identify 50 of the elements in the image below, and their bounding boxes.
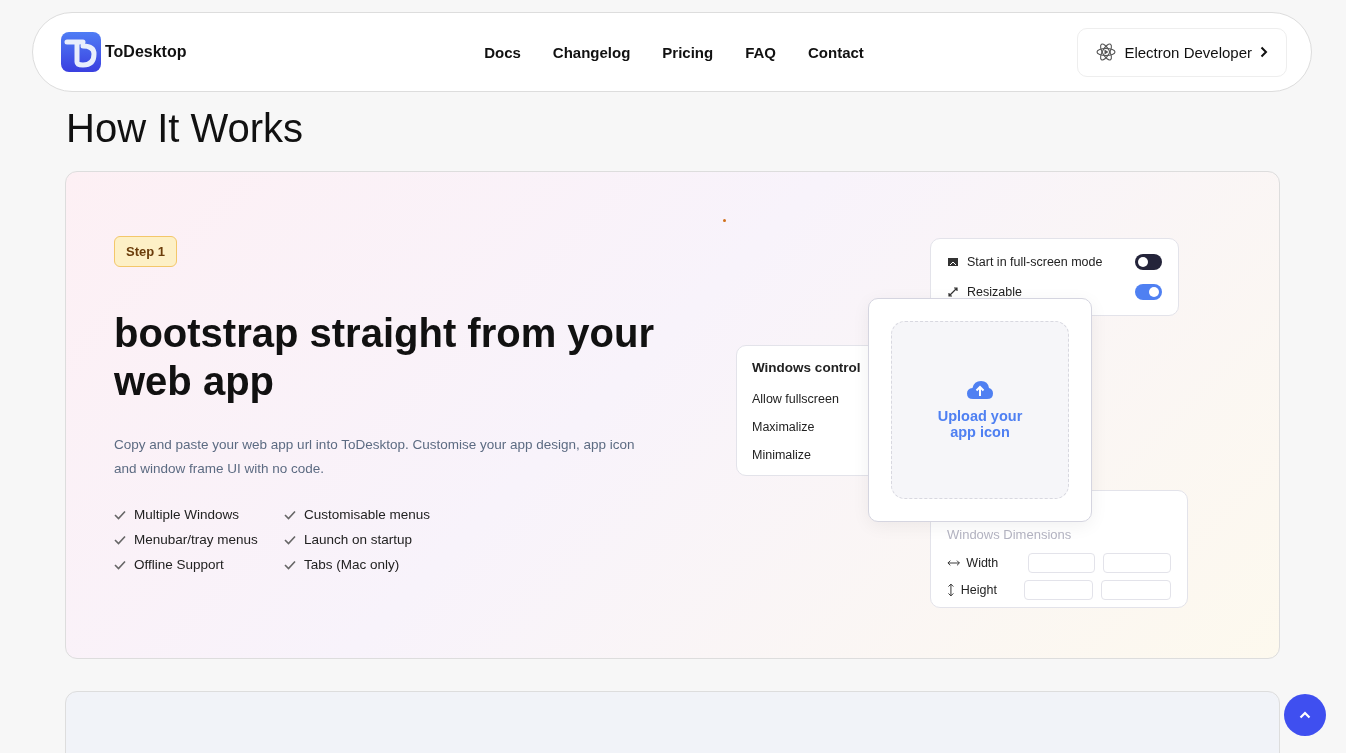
horizontal-arrow-icon bbox=[947, 558, 961, 567]
dimension-label: Width bbox=[966, 555, 1000, 570]
section-heading: How It Works bbox=[66, 105, 305, 152]
toggle-switch[interactable] bbox=[1135, 284, 1162, 300]
check-icon bbox=[284, 559, 296, 570]
step-title: bootstrap straight from your web app bbox=[114, 310, 656, 405]
chevron-right-icon bbox=[1260, 46, 1268, 58]
nav-link[interactable]: Pricing bbox=[662, 43, 714, 61]
input-field[interactable] bbox=[1103, 552, 1171, 573]
brand-name: ToDesktop bbox=[105, 43, 187, 61]
check-icon bbox=[114, 559, 126, 570]
logo-icon[interactable] bbox=[61, 32, 101, 72]
scroll-top-button[interactable] bbox=[1284, 694, 1326, 736]
control-option[interactable]: Maximalize bbox=[752, 413, 815, 441]
feature-label: Multiple Windows bbox=[134, 507, 240, 522]
feature-label: Launch on startup bbox=[304, 532, 413, 547]
expand-icon bbox=[947, 286, 959, 298]
panel-title: Windows Dimensions bbox=[947, 527, 1072, 542]
control-option[interactable]: Allow fullscreen bbox=[752, 385, 839, 413]
control-option[interactable]: Minimalize bbox=[752, 441, 812, 469]
step-badge: Step 1 bbox=[114, 236, 177, 267]
panel-title: Windows control bbox=[752, 360, 861, 375]
atom-icon bbox=[1096, 42, 1117, 62]
nav-link[interactable]: Changelog bbox=[552, 43, 631, 61]
chevron-up-icon bbox=[1299, 711, 1311, 719]
electron-developer-button[interactable]: Electron Developer bbox=[1077, 27, 1287, 77]
input-field[interactable] bbox=[1101, 579, 1171, 600]
monitor-icon bbox=[947, 256, 959, 268]
feature-label: Offline Support bbox=[134, 557, 224, 572]
feature-label: Customisable menus bbox=[304, 507, 431, 522]
setting-label: Start in full-screen mode bbox=[967, 255, 1104, 269]
check-icon bbox=[114, 534, 126, 545]
dimension-label: Height bbox=[960, 582, 998, 597]
nav-link[interactable]: FAQ bbox=[745, 43, 777, 61]
nav-link[interactable]: Docs bbox=[484, 43, 521, 61]
check-icon bbox=[284, 509, 296, 520]
nav-link[interactable]: Contact bbox=[808, 43, 864, 61]
check-icon bbox=[284, 534, 296, 545]
toggle-switch[interactable] bbox=[1135, 254, 1162, 270]
input-field[interactable] bbox=[1027, 552, 1096, 573]
step-description: Copy and paste your web app url into ToDesktop. Customise your app design, app icon and window frame UI with no code. bbox=[114, 436, 636, 478]
dot-icon bbox=[723, 219, 726, 222]
check-icon bbox=[114, 509, 126, 520]
feature-label: Menubar/tray menus bbox=[134, 532, 258, 547]
input-field[interactable] bbox=[1023, 579, 1094, 600]
setting-label: Resizable bbox=[967, 285, 1023, 299]
vertical-arrow-icon bbox=[947, 582, 955, 597]
upload-label: Upload your app icon bbox=[936, 408, 1024, 440]
cloud-upload-icon bbox=[966, 380, 994, 400]
feature-label: Tabs (Mac only) bbox=[304, 557, 400, 572]
